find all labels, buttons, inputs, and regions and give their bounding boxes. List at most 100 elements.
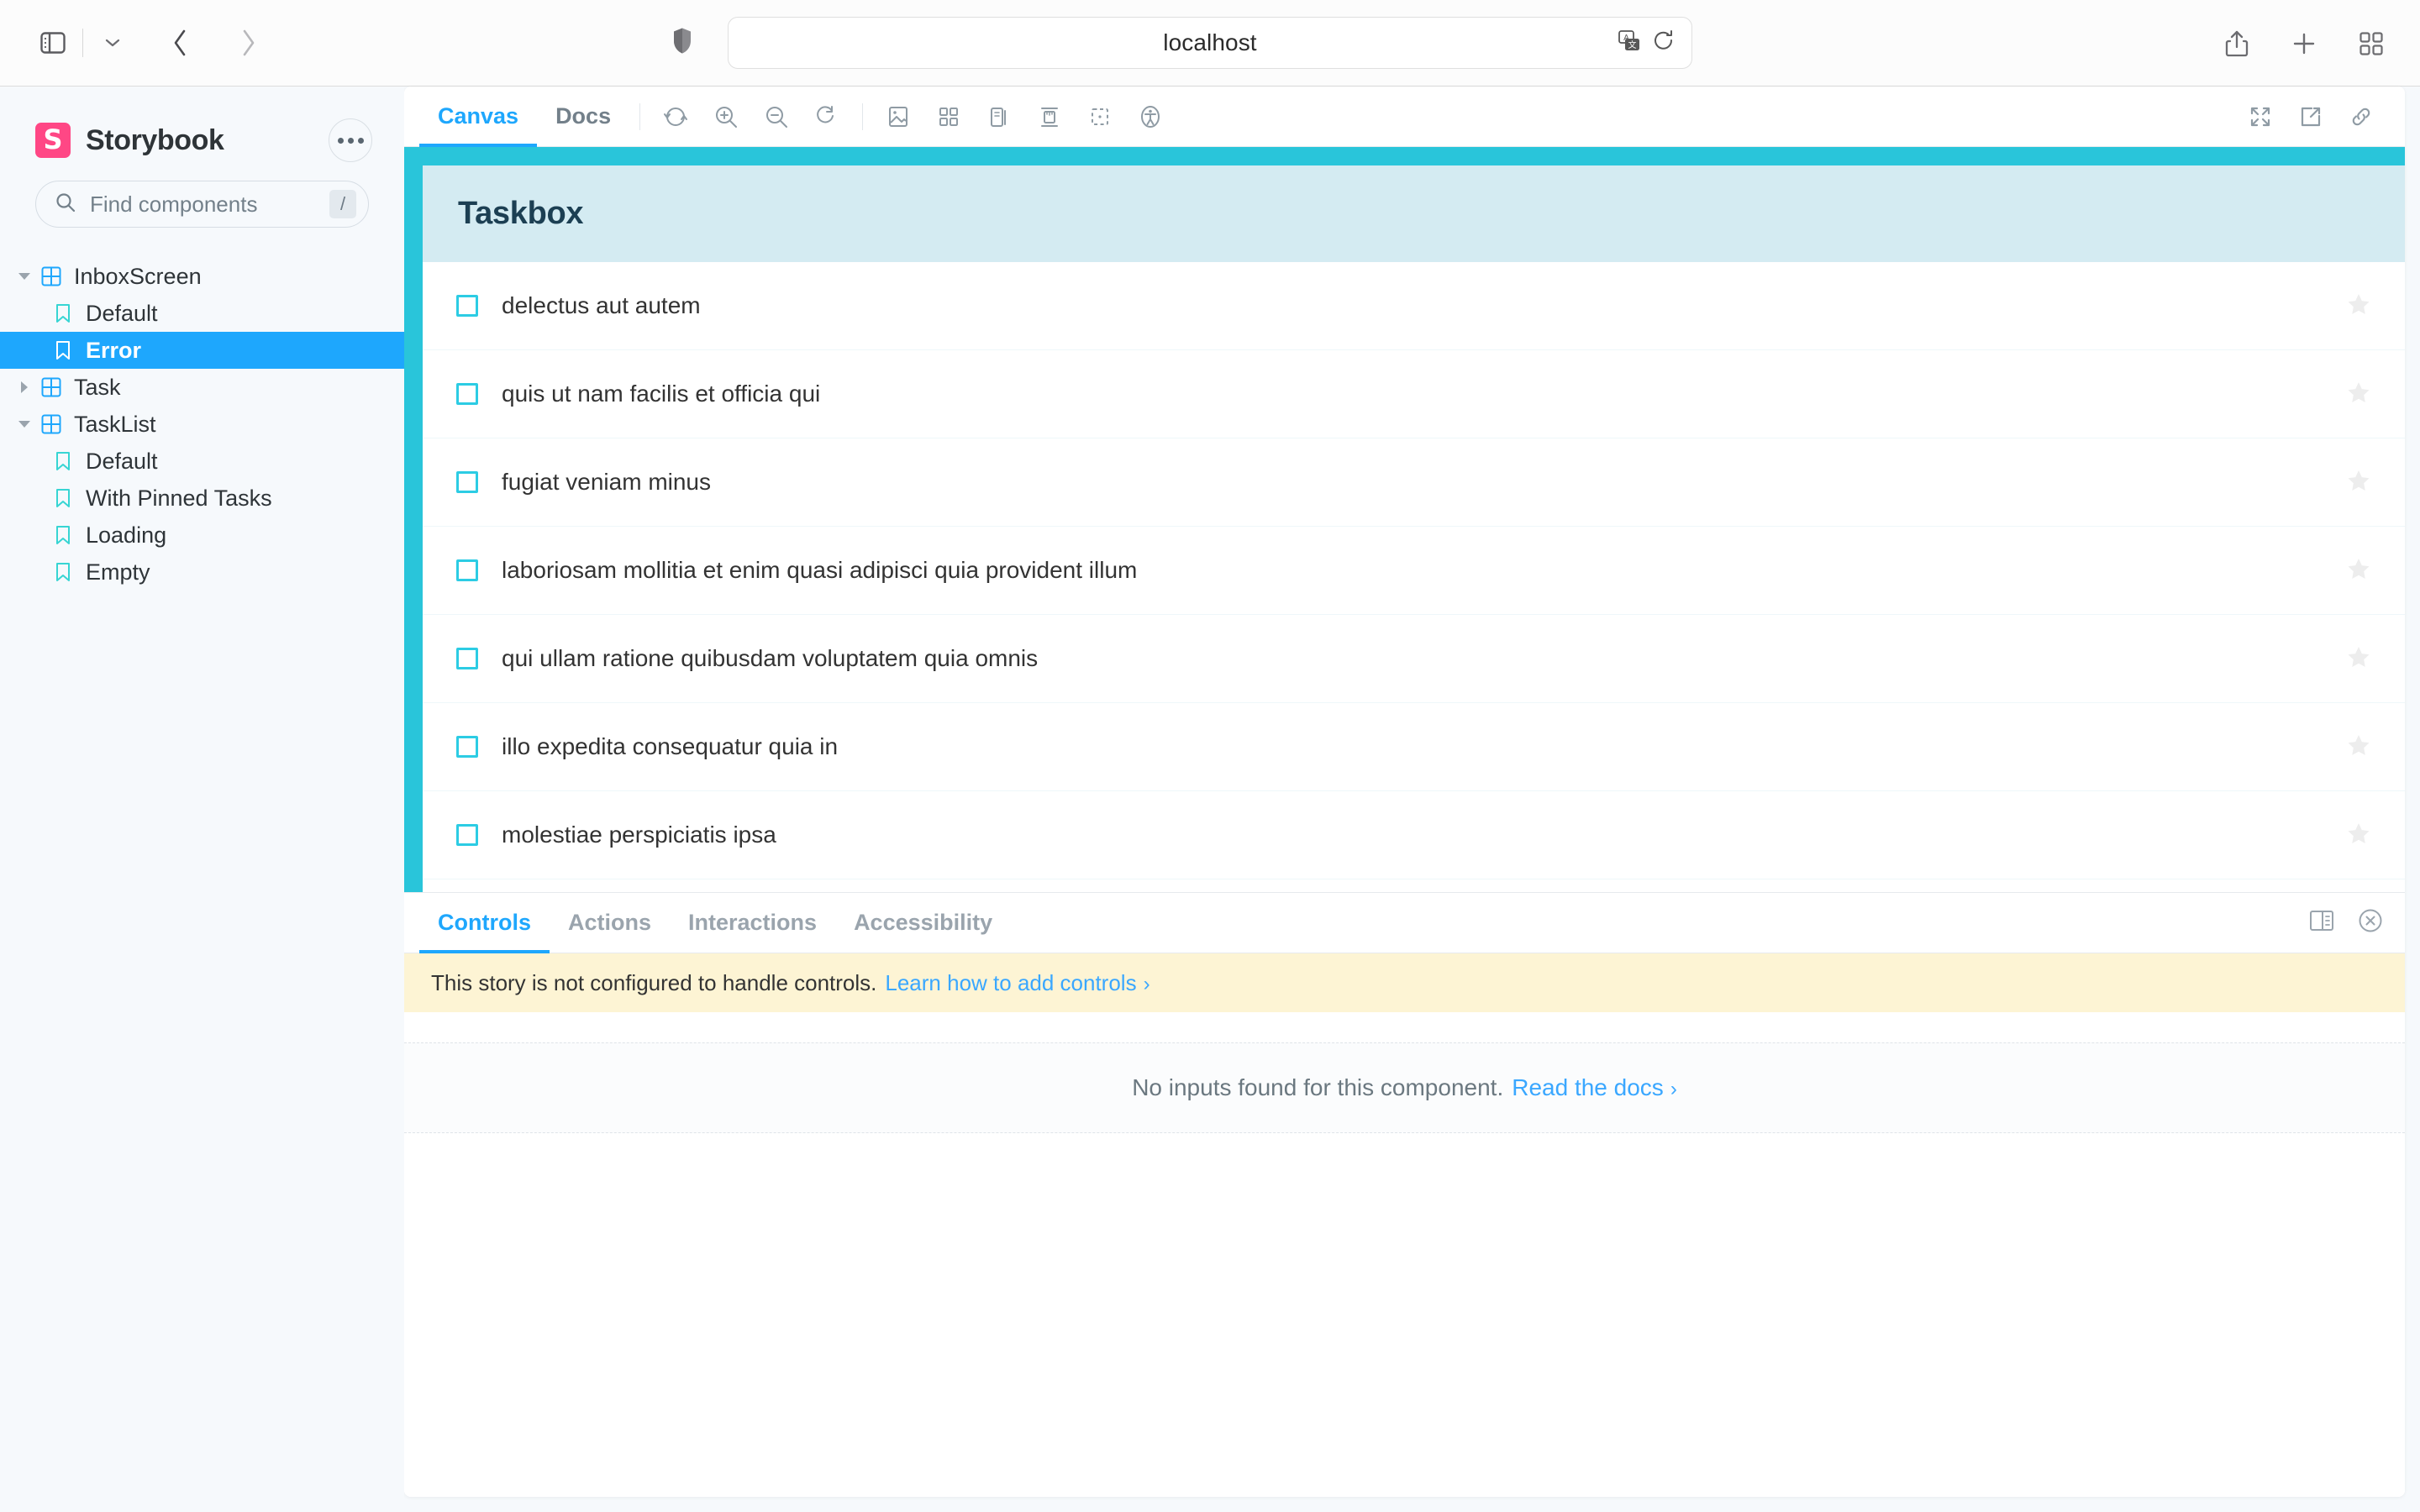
remount-icon[interactable] bbox=[654, 95, 697, 139]
storybook-app: S Storybook Find components / InboxScree… bbox=[0, 87, 2420, 1512]
tab-canvas[interactable]: Canvas bbox=[419, 87, 538, 147]
measure-icon[interactable] bbox=[1028, 95, 1071, 139]
sidebar-brand[interactable]: S Storybook bbox=[0, 87, 404, 164]
task-row[interactable]: quis ut nam facilis et officia qui bbox=[423, 350, 2405, 438]
pin-star-icon[interactable] bbox=[2346, 644, 2371, 674]
chevron-down-icon[interactable] bbox=[12, 273, 37, 280]
chevron-right-icon[interactable] bbox=[12, 381, 37, 393]
tab-actions[interactable]: Actions bbox=[550, 893, 670, 953]
task-title: laboriosam mollitia et enim quasi adipis… bbox=[502, 557, 1138, 583]
translate-icon[interactable]: A 文 bbox=[1618, 29, 1641, 57]
tab-actions-label: Actions bbox=[568, 910, 652, 935]
reload-icon[interactable] bbox=[1653, 29, 1675, 57]
tab-docs[interactable]: Docs bbox=[537, 87, 629, 146]
task-row[interactable]: fugiat veniam minus bbox=[423, 438, 2405, 527]
viewport-icon[interactable] bbox=[977, 95, 1021, 139]
story-bookmark-icon bbox=[49, 450, 77, 472]
svg-text:文: 文 bbox=[1628, 39, 1637, 50]
learn-controls-link[interactable]: Learn how to add controls › bbox=[885, 970, 1150, 996]
sidebar-tree-item-label: Default bbox=[86, 300, 158, 326]
sidebar-menu-button[interactable] bbox=[329, 118, 372, 162]
tab-controls[interactable]: Controls bbox=[419, 893, 550, 953]
outline-icon[interactable] bbox=[1078, 95, 1122, 139]
fullscreen-icon[interactable] bbox=[2238, 95, 2282, 139]
storybook-logo-letter: S bbox=[43, 123, 63, 155]
zoom-in-icon[interactable] bbox=[704, 95, 748, 139]
sidebar-tree-item-default[interactable]: Default bbox=[0, 443, 404, 480]
task-checkbox[interactable] bbox=[456, 559, 478, 581]
zoom-reset-icon[interactable] bbox=[805, 95, 849, 139]
search-input[interactable]: Find components / bbox=[35, 181, 369, 228]
story-bookmark-icon bbox=[49, 524, 77, 546]
caret bbox=[21, 381, 28, 393]
pin-star-icon[interactable] bbox=[2346, 732, 2371, 762]
forward-arrow-icon[interactable] bbox=[224, 18, 273, 67]
copy-link-icon[interactable] bbox=[2339, 95, 2383, 139]
task-checkbox[interactable] bbox=[456, 648, 478, 669]
sidebar-tree-item-label: InboxScreen bbox=[74, 263, 202, 289]
pin-star-icon[interactable] bbox=[2346, 556, 2371, 585]
pin-star-icon[interactable] bbox=[2346, 291, 2371, 321]
close-panel-icon[interactable] bbox=[2358, 908, 2383, 937]
grid-icon[interactable] bbox=[927, 95, 971, 139]
task-checkbox[interactable] bbox=[456, 295, 478, 317]
back-arrow-icon[interactable] bbox=[155, 18, 204, 67]
backgrounds-icon[interactable] bbox=[876, 95, 920, 139]
pin-star-icon[interactable] bbox=[2346, 468, 2371, 497]
taskbox-component: Taskbox delectus aut autem quis ut nam fa… bbox=[423, 165, 2405, 892]
controls-warning-banner: This story is not configured to handle c… bbox=[404, 953, 2405, 1012]
component-tree: InboxScreen Default Error Task TaskList Defau… bbox=[0, 258, 404, 591]
tab-interactions[interactable]: Interactions bbox=[670, 893, 835, 953]
tab-accessibility[interactable]: Accessibility bbox=[835, 893, 1011, 953]
task-checkbox[interactable] bbox=[456, 736, 478, 758]
dot bbox=[357, 137, 364, 144]
sidebar-toggle-icon[interactable] bbox=[29, 18, 77, 67]
sidebar-tree-item-task[interactable]: Task bbox=[0, 369, 404, 406]
shield-icon[interactable] bbox=[672, 28, 692, 59]
sidebar-tree-item-label: Error bbox=[86, 337, 142, 363]
open-in-new-tab-icon[interactable] bbox=[2289, 95, 2333, 139]
panel-position-icon[interactable] bbox=[2309, 910, 2334, 936]
sidebar-tree-item-empty[interactable]: Empty bbox=[0, 554, 404, 591]
address-bar[interactable]: localhost A 文 bbox=[728, 17, 1692, 69]
tab-controls-label: Controls bbox=[438, 910, 531, 935]
component-icon bbox=[37, 265, 66, 287]
task-checkbox[interactable] bbox=[456, 824, 478, 846]
pin-star-icon[interactable] bbox=[2346, 821, 2371, 850]
sidebar-tree-item-loading[interactable]: Loading bbox=[0, 517, 404, 554]
task-checkbox[interactable] bbox=[456, 383, 478, 405]
zoom-out-icon[interactable] bbox=[755, 95, 798, 139]
sidebar-tree-item-with-pinned-tasks[interactable]: With Pinned Tasks bbox=[0, 480, 404, 517]
browser-right-controls bbox=[2213, 0, 2395, 87]
storybook-logo-icon: S bbox=[35, 123, 71, 158]
read-docs-link[interactable]: Read the docs › bbox=[1512, 1074, 1677, 1101]
chevron-right-icon: › bbox=[1670, 1078, 1677, 1100]
pin-star-icon[interactable] bbox=[2346, 380, 2371, 409]
task-row[interactable]: qui ullam ratione quibusdam voluptatem q… bbox=[423, 615, 2405, 703]
task-checkbox[interactable] bbox=[456, 471, 478, 493]
accessibility-icon[interactable] bbox=[1128, 95, 1172, 139]
sidebar-tree-item-inboxscreen[interactable]: InboxScreen bbox=[0, 258, 404, 295]
sidebar-tree-item-default[interactable]: Default bbox=[0, 295, 404, 332]
search-placeholder: Find components bbox=[90, 191, 258, 217]
story-bookmark-icon bbox=[49, 302, 77, 324]
task-row[interactable]: illo expedita consequatur quia in bbox=[423, 703, 2405, 791]
task-row[interactable]: molestiae perspiciatis ipsa bbox=[423, 791, 2405, 879]
story-canvas: Taskbox delectus aut autem quis ut nam fa… bbox=[404, 147, 2405, 892]
task-row[interactable]: laboriosam mollitia et enim quasi adipis… bbox=[423, 527, 2405, 615]
chevron-down-icon[interactable] bbox=[12, 421, 37, 428]
tab-grid-icon[interactable] bbox=[2348, 20, 2395, 67]
plus-icon[interactable] bbox=[2281, 20, 2328, 67]
taskbox-header: Taskbox bbox=[423, 165, 2405, 262]
sidebar-tree-item-error[interactable]: Error bbox=[0, 332, 404, 369]
sidebar-tree-item-label: Loading bbox=[86, 522, 167, 548]
toolbar-divider bbox=[862, 102, 864, 130]
chevron-down-icon[interactable] bbox=[88, 18, 137, 67]
read-docs-link-label: Read the docs bbox=[1512, 1074, 1664, 1100]
sidebar-tree-item-label: Empty bbox=[86, 559, 150, 585]
learn-controls-link-label: Learn how to add controls bbox=[885, 969, 1137, 995]
share-icon[interactable] bbox=[2213, 20, 2260, 67]
sidebar-tree-item-tasklist[interactable]: TaskList bbox=[0, 406, 404, 443]
task-row[interactable]: delectus aut autem bbox=[423, 262, 2405, 350]
tab-interactions-label: Interactions bbox=[688, 910, 818, 935]
